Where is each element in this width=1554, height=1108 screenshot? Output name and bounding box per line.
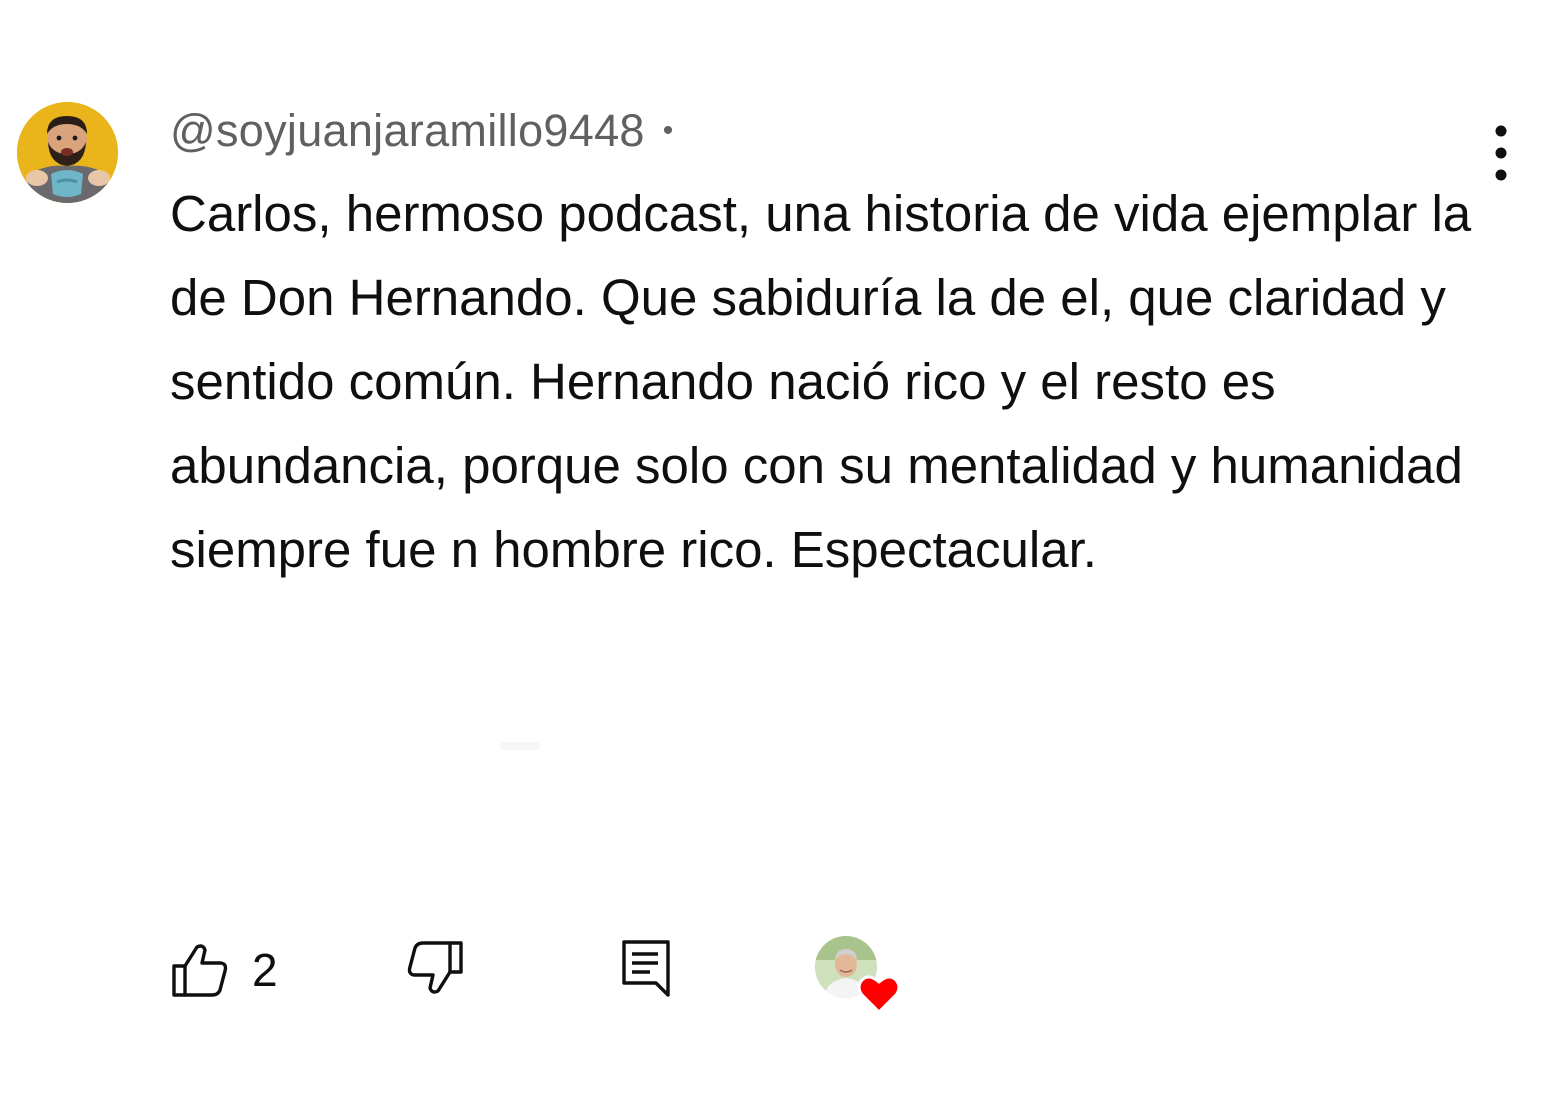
comment-header: @soyjuanjaramillo9448 •: [170, 100, 693, 162]
reply-button[interactable]: [620, 938, 672, 1003]
heart-icon: [857, 975, 901, 1014]
like-button[interactable]: 2: [170, 938, 278, 1002]
dislike-button[interactable]: [405, 940, 465, 1001]
avatar-photo: [17, 102, 118, 203]
creator-heart-badge[interactable]: [815, 936, 905, 1016]
comment-thread: @soyjuanjaramillo9448 • Carlos, hermoso …: [0, 0, 1554, 1108]
header-separator: •: [662, 114, 674, 147]
comment-text: Carlos, hermoso podcast, una historia de…: [170, 185, 1472, 578]
author-handle[interactable]: @soyjuanjaramillo9448: [170, 105, 645, 157]
thumb-down-icon: [407, 941, 463, 994]
author-avatar[interactable]: [17, 102, 118, 203]
reply-comment-icon: [622, 940, 670, 997]
faint-divider: [500, 742, 540, 750]
like-count: 2: [252, 944, 278, 996]
thumb-up-icon: [172, 944, 228, 997]
comment-actions: 2: [0, 930, 1554, 1014]
